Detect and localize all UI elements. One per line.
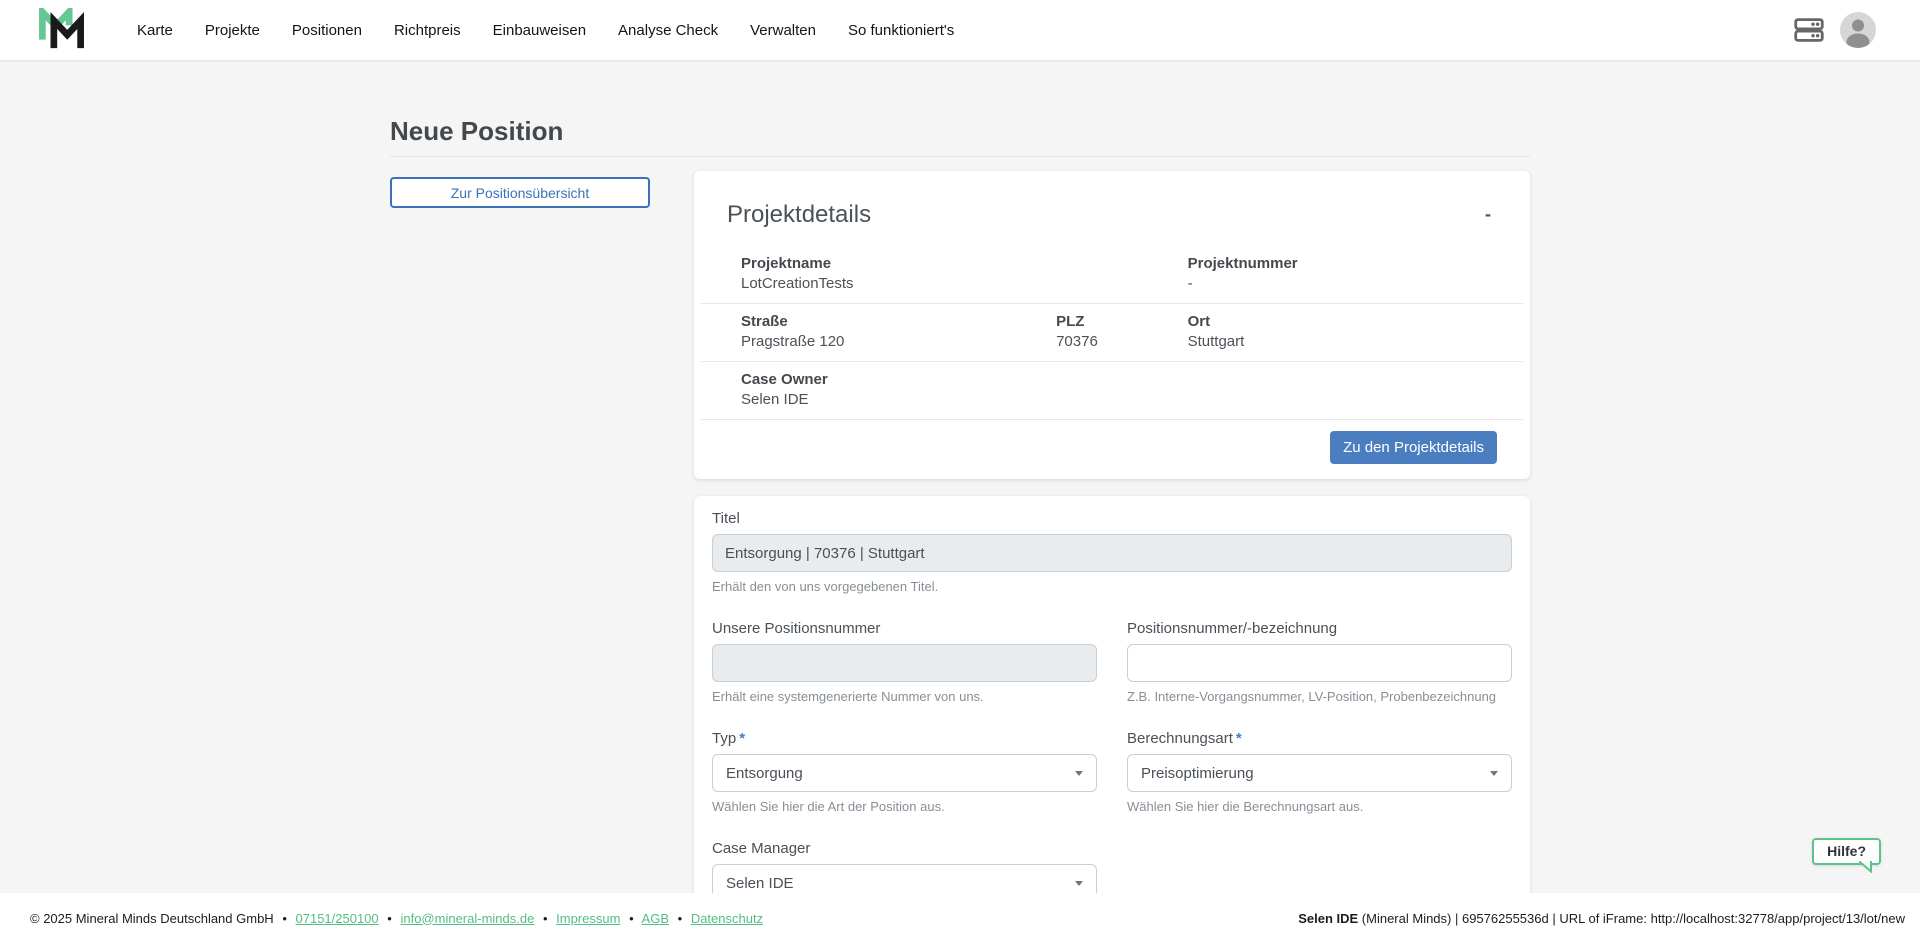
strasse-value: Pragstraße 120 [741, 333, 1056, 350]
unsere-positionsnummer-input[interactable] [712, 644, 1097, 682]
typ-label: Typ* [712, 730, 1097, 747]
required-asterisk: * [739, 730, 745, 747]
titel-label: Titel [712, 510, 1512, 527]
chevron-down-icon [1075, 881, 1083, 886]
ort-value: Stuttgart [1188, 333, 1523, 350]
case-manager-select[interactable]: Selen IDE [712, 864, 1097, 893]
footer-session-info: Selen IDE (Mineral Minds) | 69576255536d… [1298, 911, 1905, 926]
copyright-text: © 2025 Mineral Minds Deutschland GmbH [30, 911, 274, 926]
plz-label: PLZ [1056, 313, 1188, 330]
case-owner-label: Case Owner [741, 371, 1188, 388]
berechnungsart-select-value: Preisoptimierung [1141, 765, 1254, 782]
new-position-form-card: Titel Erhält den von uns vorgegebenen Ti… [694, 496, 1530, 893]
required-asterisk: * [1236, 730, 1242, 747]
case-owner-value: Selen IDE [741, 391, 1188, 408]
case-manager-select-value: Selen IDE [726, 875, 794, 892]
typ-select[interactable]: Entsorgung [712, 754, 1097, 792]
positionsnummer-input[interactable] [1127, 644, 1512, 682]
mineral-minds-logo-icon[interactable] [38, 8, 85, 52]
title-divider [390, 156, 1530, 157]
typ-helper-text: Wählen Sie hier die Art der Position aus… [712, 799, 1097, 814]
plz-value: 70376 [1056, 333, 1188, 350]
speech-bubble-tail [1859, 861, 1873, 873]
strasse-label: Straße [741, 313, 1056, 330]
table-row: Straße Pragstraße 120 PLZ 70376 Ort Stut… [701, 303, 1523, 361]
positionsnummer-helper-text: Z.B. Interne-Vorgangsnummer, LV-Position… [1127, 689, 1512, 704]
nav-item-verwalten[interactable]: Verwalten [750, 22, 816, 39]
page-title: Neue Position [390, 116, 1530, 147]
titel-helper-text: Erhält den von uns vorgegebenen Titel. [712, 579, 1512, 594]
session-details: (Mineral Minds) | 69576255536d | URL of … [1358, 911, 1905, 926]
berechnungsart-label: Berechnungsart* [1127, 730, 1512, 747]
project-details-table: Projektname LotCreationTests Projektnumm… [701, 246, 1523, 420]
server-icon[interactable] [1794, 17, 1824, 43]
nav-item-analyse-check[interactable]: Analyse Check [618, 22, 718, 39]
collapse-minus-icon[interactable]: - [1479, 201, 1497, 227]
help-button[interactable]: Hilfe? [1812, 838, 1881, 865]
nav-item-einbauweisen[interactable]: Einbauweisen [493, 22, 586, 39]
project-details-card: Projektdetails - Projektname LotCreation… [694, 171, 1530, 479]
footer-left: © 2025 Mineral Minds Deutschland GmbH • … [30, 911, 763, 926]
unsere-positionsnummer-label: Unsere Positionsnummer [712, 620, 1097, 637]
table-row: Case Owner Selen IDE [701, 361, 1523, 420]
projektname-value: LotCreationTests [741, 275, 1188, 292]
chevron-down-icon [1075, 771, 1083, 776]
titel-input[interactable] [712, 534, 1512, 572]
unsere-positionsnummer-helper-text: Erhält eine systemgenerierte Nummer von … [712, 689, 1097, 704]
main-content: Neue Position Zur Positionsübersicht Pro… [0, 60, 1920, 893]
user-avatar-icon[interactable] [1840, 12, 1876, 48]
back-to-positions-button[interactable]: Zur Positionsübersicht [390, 177, 650, 208]
nav-item-positionen[interactable]: Positionen [292, 22, 362, 39]
nav-item-projekte[interactable]: Projekte [205, 22, 260, 39]
table-row: Projektname LotCreationTests Projektnumm… [701, 246, 1523, 303]
main-nav: Karte Projekte Positionen Richtpreis Ein… [137, 22, 954, 39]
footer-link-datenschutz[interactable]: Datenschutz [691, 911, 763, 926]
berechnungsart-helper-text: Wählen Sie hier die Berechnungsart aus. [1127, 799, 1512, 814]
footer-link-phone[interactable]: 07151/250100 [296, 911, 379, 926]
berechnungsart-select[interactable]: Preisoptimierung [1127, 754, 1512, 792]
footer-link-agb[interactable]: AGB [642, 911, 669, 926]
nav-item-karte[interactable]: Karte [137, 22, 173, 39]
ort-label: Ort [1188, 313, 1523, 330]
nav-item-so-funktionierts[interactable]: So funktioniert's [848, 22, 954, 39]
top-navbar: Karte Projekte Positionen Richtpreis Ein… [0, 0, 1920, 60]
projektnummer-label: Projektnummer [1188, 255, 1523, 272]
chevron-down-icon [1490, 771, 1498, 776]
footer: © 2025 Mineral Minds Deutschland GmbH • … [0, 893, 1920, 943]
nav-item-richtpreis[interactable]: Richtpreis [394, 22, 461, 39]
projektnummer-value: - [1188, 275, 1523, 292]
case-manager-label: Case Manager [712, 840, 1097, 857]
projektname-label: Projektname [741, 255, 1188, 272]
typ-select-value: Entsorgung [726, 765, 803, 782]
footer-link-impressum[interactable]: Impressum [556, 911, 620, 926]
navbar-right [1794, 12, 1876, 48]
footer-link-email[interactable]: info@mineral-minds.de [400, 911, 534, 926]
go-to-project-details-button[interactable]: Zu den Projektdetails [1330, 431, 1497, 464]
project-card-title: Projektdetails [727, 201, 871, 229]
session-user: Selen IDE [1298, 911, 1358, 926]
positionsnummer-label: Positionsnummer/-bezeichnung [1127, 620, 1512, 637]
